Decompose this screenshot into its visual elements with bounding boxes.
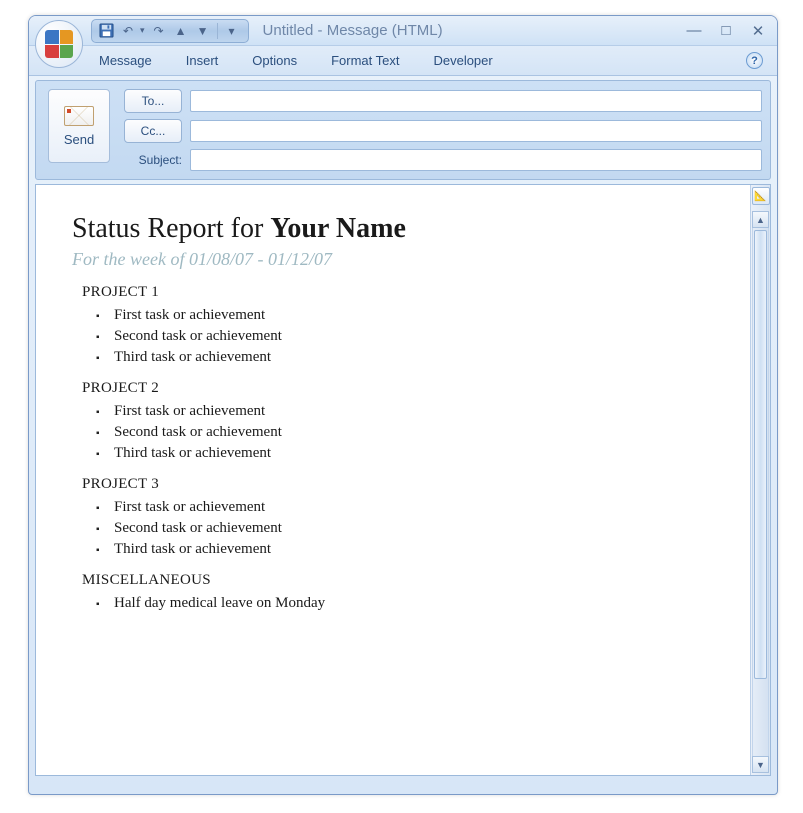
- help-icon[interactable]: ?: [746, 52, 763, 69]
- minimize-button[interactable]: —: [685, 22, 703, 40]
- undo-dropdown-icon[interactable]: ▾: [140, 25, 145, 36]
- maximize-button[interactable]: □: [717, 22, 735, 40]
- window-title: Untitled - Message (HTML): [263, 22, 443, 39]
- to-field[interactable]: [190, 90, 762, 112]
- body-title: Status Report for Your Name: [72, 213, 714, 245]
- qat-separator: [217, 23, 218, 39]
- close-button[interactable]: ✕: [749, 22, 767, 40]
- ruler-toggle-icon[interactable]: 📐: [752, 187, 770, 205]
- section-heading: MISCELLANEOUS: [82, 572, 714, 589]
- body-title-name: Your Name: [270, 213, 406, 244]
- scroll-down-button[interactable]: ▼: [752, 756, 769, 773]
- redo-icon[interactable]: ↷: [151, 23, 167, 39]
- quick-access-toolbar: ↶ ▾ ↷ ▲ ▼ ▾: [91, 19, 249, 43]
- compose-header: Send To... Cc... Subject:: [35, 80, 771, 180]
- tab-message[interactable]: Message: [97, 49, 154, 72]
- undo-icon[interactable]: ↶: [120, 23, 136, 39]
- message-body-area: Status Report for Your Name For the week …: [35, 184, 771, 776]
- send-button[interactable]: Send: [48, 89, 110, 163]
- subject-field[interactable]: [190, 149, 762, 171]
- section-heading: PROJECT 2: [82, 380, 714, 397]
- customize-qat-icon[interactable]: ▾: [224, 23, 240, 39]
- task-item: Third task or achievement: [96, 347, 714, 368]
- vertical-scrollbar: 📐 ▲ ▼: [750, 185, 770, 775]
- save-icon[interactable]: [98, 23, 114, 39]
- message-body[interactable]: Status Report for Your Name For the week …: [36, 185, 750, 775]
- task-item: Second task or achievement: [96, 422, 714, 443]
- ribbon-tabs: Message Insert Options Format Text Devel…: [29, 46, 777, 76]
- subject-label: Subject:: [124, 153, 182, 167]
- task-list: First task or achievementSecond task or …: [96, 401, 714, 464]
- window-controls: — □ ✕: [685, 22, 767, 40]
- task-list: First task or achievementSecond task or …: [96, 497, 714, 560]
- body-subtitle: For the week of 01/08/07 - 01/12/07: [72, 249, 714, 270]
- tab-developer[interactable]: Developer: [431, 49, 494, 72]
- section-heading: PROJECT 1: [82, 284, 714, 301]
- next-item-icon[interactable]: ▼: [195, 23, 211, 39]
- previous-item-icon[interactable]: ▲: [173, 23, 189, 39]
- send-label: Send: [64, 132, 94, 147]
- office-logo-icon: [45, 30, 73, 58]
- body-title-prefix: Status Report for: [72, 213, 270, 244]
- to-button[interactable]: To...: [124, 89, 182, 113]
- section-heading: PROJECT 3: [82, 476, 714, 493]
- tab-insert[interactable]: Insert: [184, 49, 221, 72]
- scroll-thumb[interactable]: [754, 230, 767, 679]
- task-item: Second task or achievement: [96, 326, 714, 347]
- task-list: Half day medical leave on Monday: [96, 593, 714, 614]
- cc-button[interactable]: Cc...: [124, 119, 182, 143]
- tab-options[interactable]: Options: [250, 49, 299, 72]
- task-item: Third task or achievement: [96, 539, 714, 560]
- message-window: ↶ ▾ ↷ ▲ ▼ ▾ Untitled - Message (HTML) — …: [28, 15, 778, 795]
- task-item: First task or achievement: [96, 305, 714, 326]
- task-item: First task or achievement: [96, 401, 714, 422]
- task-item: Half day medical leave on Monday: [96, 593, 714, 614]
- task-item: Third task or achievement: [96, 443, 714, 464]
- task-item: First task or achievement: [96, 497, 714, 518]
- office-button[interactable]: [35, 20, 83, 68]
- task-item: Second task or achievement: [96, 518, 714, 539]
- scroll-track[interactable]: [752, 228, 769, 756]
- envelope-icon: [64, 106, 94, 126]
- cc-field[interactable]: [190, 120, 762, 142]
- tab-format-text[interactable]: Format Text: [329, 49, 401, 72]
- scroll-up-button[interactable]: ▲: [752, 211, 769, 228]
- title-bar: ↶ ▾ ↷ ▲ ▼ ▾ Untitled - Message (HTML) — …: [29, 16, 777, 46]
- task-list: First task or achievementSecond task or …: [96, 305, 714, 368]
